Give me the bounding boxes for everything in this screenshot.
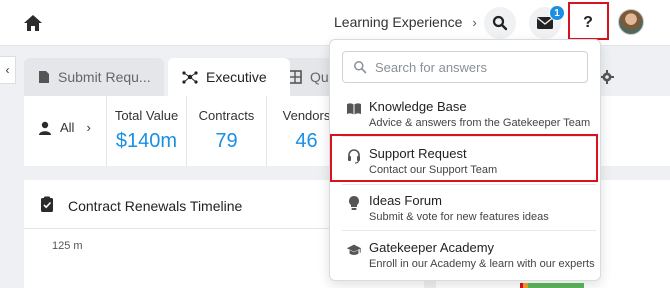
home-icon[interactable]: [22, 12, 44, 34]
stat-value: 79: [215, 130, 238, 152]
sidebar-collapse-toggle[interactable]: ‹: [0, 56, 16, 84]
bar-segment: [528, 283, 584, 288]
network-icon: [182, 71, 198, 84]
grid-icon: [288, 70, 302, 84]
gear-icon: [600, 70, 614, 84]
menu-item-title: Ideas Forum: [369, 193, 442, 208]
menu-item-subtitle: Enroll in our Academy & learn with our e…: [369, 258, 595, 270]
help-search-field[interactable]: [342, 51, 588, 83]
tab-label: Submit Requ...: [58, 69, 151, 85]
tab-label: Qu: [310, 69, 329, 85]
clipboard-check-icon: [40, 196, 54, 217]
support-request-highlight: [330, 134, 598, 182]
file-icon: [39, 71, 49, 83]
help-search-input[interactable]: [375, 59, 575, 75]
search-icon: [354, 61, 367, 74]
menu-item-ideas-forum[interactable]: Ideas Forum Submit & vote for new featur…: [342, 189, 596, 233]
chevron-left-icon: ‹: [5, 63, 10, 77]
user-icon: [39, 121, 51, 135]
menu-item-gatekeeper-academy[interactable]: Gatekeeper Academy Enroll in our Academy…: [342, 236, 596, 280]
lightbulb-icon: [349, 196, 359, 210]
stat-value: $140m: [115, 130, 178, 152]
search-button[interactable]: [484, 7, 516, 39]
learning-experience-link[interactable]: Learning Experience ›: [334, 14, 477, 30]
card-title: Contract Renewals Timeline: [68, 198, 243, 214]
tab-label: Executive: [206, 69, 267, 85]
chevron-right-icon: ›: [86, 120, 91, 135]
stat-label: Contracts: [198, 108, 255, 123]
divider: [342, 184, 596, 185]
y-axis-label: 125 m: [52, 240, 83, 252]
avatar[interactable]: [618, 9, 644, 35]
chevron-right-icon: ›: [472, 15, 477, 30]
owner-filter[interactable]: All ›: [38, 120, 91, 135]
stat-total-value[interactable]: Total Value $140m: [106, 96, 186, 166]
stat-label: Total Value: [114, 108, 179, 123]
tab-submit-request[interactable]: Submit Requ...: [24, 58, 164, 96]
menu-item-subtitle: Advice & answers from the Gatekeeper Tea…: [369, 117, 591, 129]
owner-filter-label: All: [60, 120, 75, 135]
menu-item-knowledge-base[interactable]: Knowledge Base Advice & answers from the…: [342, 95, 596, 139]
book-icon: [347, 103, 361, 115]
graduation-cap-icon: [346, 244, 362, 255]
learning-experience-label: Learning Experience: [334, 14, 463, 30]
menu-item-title: Gatekeeper Academy: [369, 240, 495, 255]
notification-badge: 1: [549, 5, 565, 21]
help-button-highlight: [568, 2, 609, 40]
menu-item-title: Knowledge Base: [369, 99, 467, 114]
tab-executive[interactable]: Executive: [168, 58, 290, 96]
stat-contracts[interactable]: Contracts 79: [186, 96, 266, 166]
divider: [342, 230, 596, 231]
search-icon: [492, 15, 508, 31]
menu-item-subtitle: Submit & vote for new features ideas: [369, 211, 549, 223]
bar-strip: [520, 283, 584, 288]
